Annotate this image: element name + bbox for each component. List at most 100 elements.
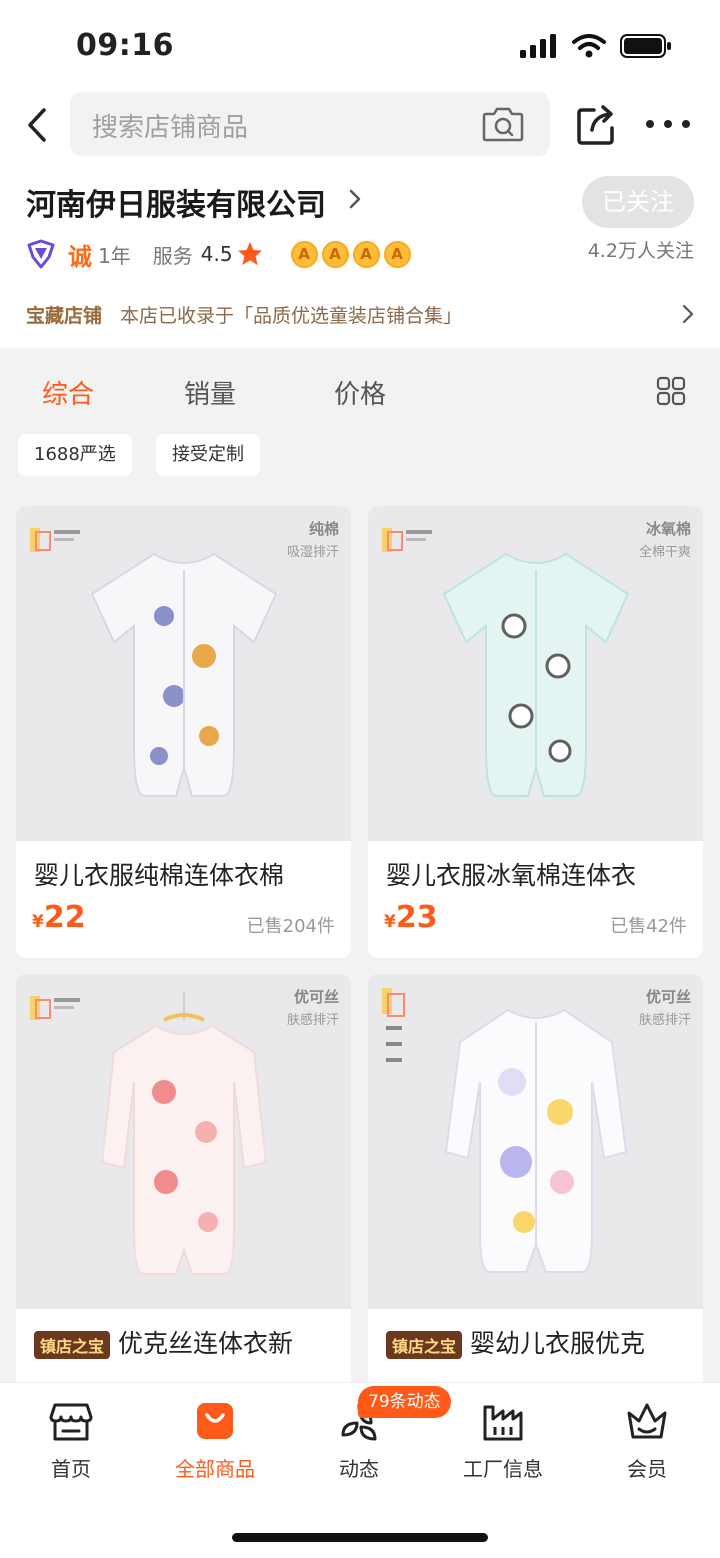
fabric-badge: 纯棉 吸湿排汗 [287, 518, 339, 560]
sort-tab-price[interactable]: 价格 [334, 374, 386, 411]
cheng-badge: 诚 [68, 242, 92, 271]
treasure-description: 本店已收录于「品质优选童装店铺合集」 [120, 304, 463, 327]
fabric-badge: 优可丝 肤感排汗 [287, 986, 339, 1028]
follow-button[interactable]: 已关注 [582, 176, 694, 228]
tab-home[interactable]: 首页 [16, 1399, 126, 1482]
product-price: ¥22 [32, 900, 86, 935]
sort-tab-comprehensive[interactable]: 综合 [42, 374, 94, 411]
factory-icon [483, 1405, 523, 1441]
fabric-badge-subtitle: 全棉干爽 [638, 545, 691, 560]
treasure-shop-banner[interactable]: 宝藏店铺 本店已收录于「品质优选童装店铺合集」 [26, 298, 694, 330]
product-image: 优可丝 肤感排汗 [368, 974, 703, 1309]
tab-label: 动态 [339, 1457, 379, 1481]
shop-meta: 诚 1年 服务 4.5 A A A A [26, 236, 411, 272]
service-score: 4.5 [200, 242, 233, 266]
fabric-badge: 冰氧棉 全棉干爽 [639, 518, 691, 560]
crown-icon: A [321, 240, 349, 268]
product-title: 镇店之宝 婴幼儿衣服优克 [386, 1324, 645, 1360]
grid-view-icon[interactable] [656, 376, 686, 406]
treasure-label: 宝藏店铺 [26, 304, 103, 327]
fabric-badge-title: 优可丝 [645, 988, 691, 1006]
tab-all-products[interactable]: 全部商品 [160, 1399, 270, 1482]
product-sold-count: 已售204件 [246, 916, 335, 937]
storefront-icon [49, 1403, 93, 1441]
tab-label: 工厂信息 [463, 1457, 543, 1481]
search-placeholder: 搜索店铺商品 [92, 113, 249, 143]
product-card[interactable]: 优可丝 肤感排汗 镇店之宝 婴幼儿衣服优克 [368, 974, 703, 1382]
service-label: 服务 [152, 243, 193, 268]
filter-chip-yanxuan[interactable]: 1688严选 [18, 434, 132, 476]
status-icons [520, 34, 672, 58]
price-value: 22 [43, 900, 86, 935]
product-image: 优可丝 肤感排汗 [16, 974, 351, 1309]
back-button[interactable] [22, 102, 52, 148]
product-card[interactable]: 冰氧棉 全棉干爽 婴儿衣服冰氧棉连体衣 ¥23 已售42件 [368, 506, 703, 958]
romper-image [444, 1008, 627, 1273]
tab-label: 全部商品 [175, 1457, 255, 1481]
fabric-badge: 优可丝 肤感排汗 [639, 986, 691, 1028]
store-treasure-tag: 镇店之宝 [34, 1331, 111, 1359]
brand-logo-icon [30, 996, 80, 1020]
price-currency: ¥ [384, 912, 396, 932]
tab-label: 首页 [51, 1457, 91, 1481]
romper-image [90, 552, 277, 797]
romper-image [100, 992, 267, 1275]
fabric-badge-title: 冰氧棉 [645, 520, 691, 538]
chevron-right-icon [682, 304, 694, 324]
product-title-text: 婴幼儿衣服优克 [470, 1329, 646, 1358]
camera-icon [482, 107, 524, 142]
fabric-badge-subtitle: 肤感排汗 [638, 1013, 691, 1028]
product-price: ¥23 [384, 900, 438, 935]
fabric-badge-title: 纯棉 [308, 520, 339, 538]
feed-count-badge: 79条动态 [358, 1386, 451, 1418]
tab-factory[interactable]: 工厂信息 [448, 1399, 558, 1482]
brand-logo-icon [382, 528, 432, 552]
crown-icon [627, 1403, 667, 1439]
crown-icon: A [352, 240, 380, 268]
camera-search-button[interactable] [482, 104, 524, 144]
more-dots-icon [646, 120, 690, 128]
status-bar: 09:16 [0, 0, 720, 92]
tab-membership[interactable]: 会员 [592, 1399, 702, 1482]
share-icon [577, 105, 614, 145]
price-currency: ¥ [32, 912, 44, 932]
brand-vertical-logo-icon [382, 988, 405, 1062]
fabric-badge-subtitle: 吸湿排汗 [286, 545, 339, 560]
tab-label: 会员 [627, 1457, 667, 1481]
home-indicator [232, 1533, 488, 1542]
signal-icon [520, 34, 556, 58]
product-title: 婴儿衣服冰氧棉连体衣 [386, 861, 637, 890]
romper-image [442, 552, 629, 797]
product-image: 纯棉 吸湿排汗 [16, 506, 351, 841]
trust-shield-icon [27, 239, 55, 269]
shopping-bag-icon [197, 1403, 233, 1439]
search-input[interactable]: 搜索店铺商品 [70, 92, 550, 156]
search-header: 搜索店铺商品 [0, 92, 720, 158]
follower-count: 4.2万人关注 [587, 240, 694, 262]
share-button[interactable] [576, 104, 616, 146]
product-sold-count: 已售42件 [610, 916, 687, 937]
product-image: 冰氧棉 全棉干爽 [368, 506, 703, 841]
product-card[interactable]: 优可丝 肤感排汗 镇店之宝 优克丝连体衣新 [16, 974, 351, 1382]
filter-chip-custom[interactable]: 接受定制 [156, 434, 260, 476]
star-icon [237, 242, 262, 265]
fabric-badge-title: 优可丝 [293, 988, 339, 1006]
wifi-icon [572, 34, 606, 58]
sort-bar: 综合 销量 价格 [0, 348, 720, 434]
product-title-text: 优克丝连体衣新 [118, 1329, 294, 1358]
shop-years: 1年 [98, 243, 131, 268]
chevron-right-icon[interactable] [348, 188, 362, 210]
store-treasure-tag: 镇店之宝 [386, 1331, 463, 1359]
more-button[interactable] [644, 114, 692, 134]
price-value: 23 [395, 900, 438, 935]
shop-level-crowns: A A A A [290, 240, 411, 268]
sort-tab-sales[interactable]: 销量 [184, 374, 236, 411]
chevron-left-icon [28, 108, 46, 142]
product-title: 镇店之宝 优克丝连体衣新 [34, 1324, 293, 1360]
brand-logo-icon [30, 528, 80, 552]
fabric-badge-subtitle: 肤感排汗 [286, 1013, 339, 1028]
crown-icon: A [383, 240, 411, 268]
shop-name[interactable]: 河南伊日服装有限公司 [26, 180, 326, 224]
product-card[interactable]: 纯棉 吸湿排汗 婴儿衣服纯棉连体衣棉 ¥22 已售204件 [16, 506, 351, 958]
status-time: 09:16 [76, 28, 174, 63]
